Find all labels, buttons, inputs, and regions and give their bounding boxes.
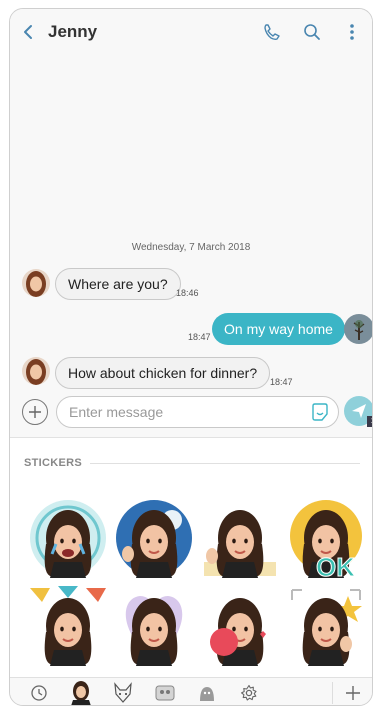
my-avatar[interactable] — [344, 314, 372, 344]
sticker-wave[interactable] — [114, 498, 194, 578]
settings-icon — [241, 684, 257, 701]
sticker-heart[interactable] — [114, 586, 194, 666]
message-text: On my way home — [224, 321, 333, 337]
sticker-kiss[interactable] — [200, 586, 280, 666]
sticker-ok-text: OK — [316, 552, 355, 578]
message-text: How about chicken for dinner? — [68, 365, 258, 381]
sticker-party[interactable] — [28, 586, 108, 666]
ghost-sticker-icon — [200, 687, 214, 701]
more-options-button[interactable] — [332, 9, 372, 55]
tab-sticker-pack[interactable] — [152, 680, 178, 705]
stickers-title: STICKERS — [24, 457, 83, 469]
message-time: 18:47 — [270, 377, 293, 387]
stickers-panel: STICKERS OK — [10, 437, 372, 677]
sticker-ok[interactable]: OK — [286, 498, 366, 583]
sticker-tab-bar — [10, 677, 372, 705]
chat-area[interactable]: Wednesday, 7 March 2018 Where are you? 1… — [10, 55, 372, 391]
message-bubble[interactable]: On my way home — [212, 313, 345, 345]
contact-avatar[interactable] — [22, 269, 50, 297]
divider — [332, 682, 333, 704]
call-button[interactable] — [252, 9, 292, 55]
sim-badge: 1 — [367, 416, 372, 427]
avatar-sticker-icon — [71, 681, 91, 705]
sticker-crying[interactable] — [28, 498, 108, 578]
attach-button[interactable] — [22, 399, 48, 425]
fox-sticker-icon — [114, 682, 132, 703]
send-icon — [352, 404, 366, 418]
contact-avatar[interactable] — [22, 357, 50, 385]
add-sticker-button[interactable] — [340, 680, 366, 705]
message-bubble[interactable]: Where are you? — [55, 268, 181, 300]
message-composer: 1 — [10, 391, 372, 437]
recent-icon — [31, 685, 47, 701]
add-icon — [346, 686, 360, 700]
divider — [90, 463, 360, 464]
phone-frame: Jenny Wednesday, 7 March 2018 Where are … — [9, 8, 373, 706]
search-button[interactable] — [292, 9, 332, 55]
tab-avatar-stickers[interactable] — [68, 680, 94, 705]
message-input[interactable] — [56, 396, 339, 428]
sticker-pack-icon — [155, 685, 175, 701]
sticker-emoji-icon[interactable] — [310, 402, 330, 422]
tab-recent[interactable] — [26, 680, 52, 705]
message-time: 18:46 — [176, 288, 199, 298]
message-bubble[interactable]: How about chicken for dinner? — [55, 357, 271, 389]
plus-icon — [29, 406, 41, 418]
sticker-peace[interactable] — [286, 586, 366, 666]
tab-fox-stickers[interactable] — [110, 680, 136, 705]
contact-name: Jenny — [48, 22, 98, 41]
message-text: Where are you? — [68, 276, 168, 292]
sticker-wave-2[interactable] — [200, 498, 280, 578]
search-icon — [304, 24, 320, 40]
back-button[interactable] — [10, 9, 46, 55]
header: Jenny — [10, 9, 372, 55]
message-time: 18:47 — [188, 332, 211, 342]
date-separator: Wednesday, 7 March 2018 — [131, 242, 251, 253]
tab-ghost-stickers[interactable] — [194, 680, 220, 705]
phone-icon — [264, 24, 280, 41]
back-icon — [24, 25, 32, 39]
more-vertical-icon — [350, 24, 354, 40]
tab-settings[interactable] — [236, 680, 262, 705]
